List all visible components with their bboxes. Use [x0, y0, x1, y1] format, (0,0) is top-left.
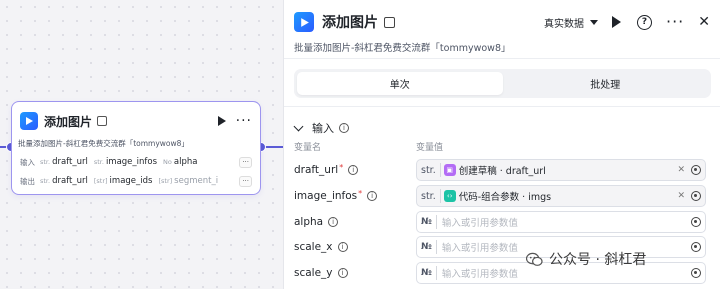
required-mark: * [358, 189, 363, 198]
param-type: № [421, 242, 432, 252]
node-config-panel: 添加图片 真实数据 ? ··· ✕ 批量添加图片-斜杠君免费交流群「tommyw… [283, 0, 720, 289]
info-icon: i [328, 217, 339, 227]
col-header-value: 变量值 [416, 143, 444, 153]
plugin-logo-icon [20, 112, 38, 130]
param-name: alpha [294, 216, 324, 228]
param-value-field[interactable]: str. ▣ 创建草稿 · draft_url ✕ [416, 159, 706, 181]
chevron-down-icon[interactable] [590, 19, 598, 25]
param-type: № [421, 268, 432, 278]
output-chip: [str] image_ids [93, 176, 153, 186]
watermark: 公众号 · 斜杠君 [526, 249, 646, 269]
chevron-down-icon[interactable] [293, 121, 304, 131]
inputs-label: 输入 [20, 157, 35, 167]
divider [284, 58, 720, 59]
data-mode-select[interactable]: 真实数据 [544, 15, 584, 30]
watermark-text: 公众号 · 斜杠君 [549, 252, 647, 268]
param-row: image_infos * i str. ‹› 代码-组合参数 · imgs ✕ [294, 185, 712, 207]
node-title: 添加图片 [44, 114, 93, 129]
param-row: scale_x i № 输入或引用参数值 [294, 236, 712, 258]
input-section-title: 输入 [312, 122, 334, 135]
add-image-node[interactable]: 添加图片 ··· 批量添加图片-斜杠君免费交流群「tommywow8」 输入 s… [11, 101, 261, 195]
input-section-header[interactable]: 输入 i [293, 120, 349, 136]
inputs-more-button[interactable]: ··· [239, 156, 252, 168]
outputs-more-button[interactable]: ··· [239, 175, 252, 187]
col-header-name: 变量名 [294, 143, 322, 153]
node-info-icon[interactable] [97, 116, 108, 126]
input-chip: str. image_infos [93, 157, 158, 167]
info-icon: i [348, 165, 359, 175]
reference-icon[interactable] [691, 165, 701, 175]
clear-icon[interactable]: ✕ [677, 165, 685, 175]
info-icon: i [367, 191, 378, 201]
separator [435, 240, 437, 254]
param-row: scale_y i № 输入或引用参数值 [294, 262, 712, 284]
output-chip: [str] segment_i [158, 176, 219, 186]
info-icon: i [339, 123, 349, 133]
param-placeholder: 输入或引用参数值 [441, 243, 518, 254]
info-icon: i [337, 268, 348, 278]
panel-title: 添加图片 [322, 15, 378, 31]
param-name: image_infos [294, 190, 358, 202]
input-chip: str. draft_url [40, 157, 88, 167]
required-mark: * [339, 163, 344, 172]
code-icon: ‹› [443, 190, 456, 202]
wechat-icon [526, 252, 543, 266]
param-ref-label: 创建草稿 · draft_url [458, 166, 546, 177]
param-placeholder: 输入或引用参数值 [441, 269, 518, 280]
node-description: 批量添加图片-斜杠君免费交流群「tommywow8」 [18, 139, 189, 148]
panel-info-icon[interactable] [384, 16, 395, 28]
output-chip: str. draft_url [40, 176, 88, 186]
param-type: str. [421, 164, 436, 176]
separator [435, 266, 437, 280]
separator [439, 189, 441, 203]
tab-batch[interactable]: 批处理 [503, 72, 709, 95]
param-value-field[interactable]: str. ‹› 代码-组合参数 · imgs ✕ [416, 185, 706, 207]
info-icon: i [337, 242, 348, 252]
node-outputs-row: 输出 str. draft_url [str] image_ids [str] seg… [20, 174, 252, 188]
param-name: draft_url [294, 164, 339, 176]
node-inputs-row: 输入 str. draft_url str. image_infos No alpha… [20, 155, 252, 169]
reference-icon[interactable] [691, 191, 701, 201]
workflow-canvas[interactable]: 添加图片 ··· 批量添加图片-斜杠君免费交流群「tommywow8」 输入 s… [0, 0, 283, 289]
outgoing-edge [263, 146, 283, 148]
reference-icon[interactable] [691, 242, 701, 252]
param-type: № [421, 217, 432, 227]
run-mode-tabs: 单次 批处理 [294, 69, 711, 98]
node-more-icon[interactable]: ··· [236, 114, 252, 128]
divider [284, 106, 720, 107]
more-icon[interactable]: ··· [666, 14, 684, 30]
param-placeholder: 输入或引用参数值 [441, 218, 518, 229]
param-row: alpha i № 输入或引用参数值 [294, 211, 712, 233]
help-icon[interactable]: ? [637, 14, 652, 30]
input-chip: No alpha [163, 157, 198, 167]
clear-icon[interactable]: ✕ [677, 191, 685, 201]
separator [439, 163, 441, 177]
param-name: scale_x [294, 241, 333, 253]
param-name: scale_y [294, 267, 333, 279]
plugin-logo-icon [294, 12, 314, 32]
param-row: draft_url * i str. ▣ 创建草稿 · draft_url ✕ [294, 159, 712, 181]
close-icon[interactable]: ✕ [698, 14, 710, 30]
reference-icon[interactable] [691, 268, 701, 278]
reference-icon[interactable] [691, 217, 701, 227]
panel-description: 批量添加图片-斜杠君免费交流群「tommywow8」 [294, 43, 511, 54]
draft-icon: ▣ [443, 164, 456, 176]
separator [435, 215, 437, 229]
param-value-field[interactable]: № 输入或引用参数值 [416, 211, 706, 233]
outputs-label: 输出 [20, 176, 35, 186]
run-icon[interactable] [612, 16, 621, 28]
tab-single[interactable]: 单次 [297, 72, 503, 95]
node-run-icon[interactable] [217, 116, 226, 126]
param-type: str. [421, 190, 436, 202]
param-ref-label: 代码-组合参数 · imgs [458, 192, 552, 203]
